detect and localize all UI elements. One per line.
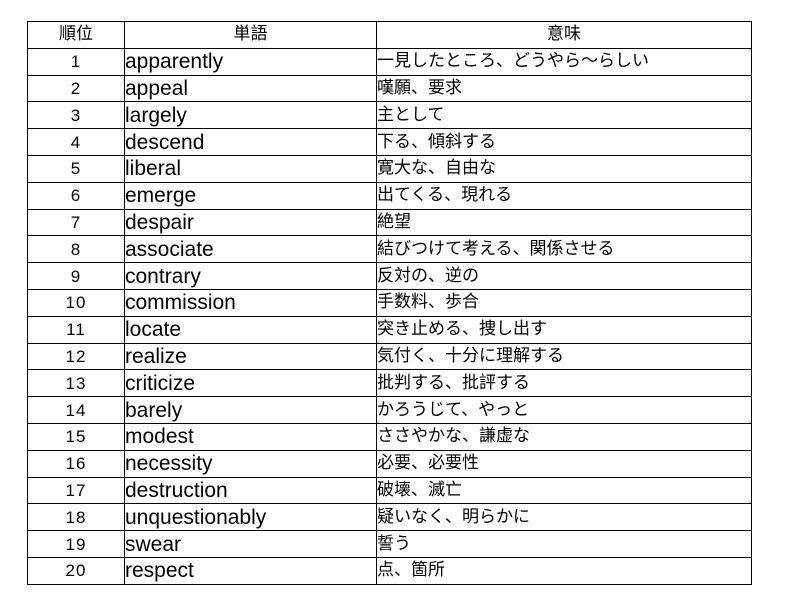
word-cell: barely — [124, 396, 377, 424]
rank-cell: 13 — [27, 369, 125, 398]
word-cell: commission — [124, 288, 377, 317]
word-cell: unquestionably — [124, 503, 377, 532]
rank-cell: 10 — [27, 288, 125, 317]
table-row: 7 despair 絶望 — [27, 208, 752, 237]
table-row: 18 unquestionably 疑いなく、明らかに — [27, 503, 752, 532]
table-row: 2 appeal 嘆願、要求 — [27, 74, 752, 103]
table-row: 4 descend 下る、傾斜する — [27, 128, 752, 156]
meaning-cell: 誓う — [376, 530, 752, 558]
word-cell: appeal — [124, 74, 377, 103]
word-cell: contrary — [124, 262, 377, 290]
word-cell: emerge — [124, 181, 377, 210]
meaning-cell: 嘆願、要求 — [376, 74, 752, 103]
table-row: 10 commission 手数料、歩合 — [27, 288, 752, 317]
meaning-cell: 下る、傾斜する — [376, 128, 752, 156]
header-row: 順位 単語 意味 — [27, 21, 752, 49]
meaning-cell: 結びつけて考える、関係させる — [376, 235, 752, 264]
word-cell: descend — [124, 128, 377, 156]
word-cell: swear — [124, 530, 377, 558]
meaning-cell: 一見したところ、どうやら～らしい — [376, 47, 752, 76]
rank-cell: 14 — [27, 396, 125, 424]
meaning-cell: 主として — [376, 101, 752, 130]
meaning-cell: ささやかな、謙虚な — [376, 422, 752, 451]
table-row: 8 associate 結びつけて考える、関係させる — [27, 235, 752, 264]
vocabulary-table: 順位 単語 意味 1 apparently 一見したところ、どうやら～らしい 2 ap… — [27, 21, 752, 585]
table-row: 15 modest ささやかな、謙虚な — [27, 422, 752, 451]
word-cell: necessity — [124, 449, 377, 478]
table-row: 6 emerge 出てくる、現れる — [27, 181, 752, 210]
page: 順位 単語 意味 1 apparently 一見したところ、どうやら～らしい 2 ap… — [0, 0, 792, 609]
rank-cell: 12 — [27, 342, 125, 371]
word-cell: realize — [124, 342, 377, 371]
meaning-cell: 出てくる、現れる — [376, 181, 752, 210]
rank-cell: 17 — [27, 476, 125, 505]
rank-cell: 15 — [27, 422, 125, 451]
rank-cell: 20 — [27, 556, 125, 585]
table-row: 11 locate 突き止める、捜し出す — [27, 315, 752, 344]
rank-cell: 5 — [27, 154, 125, 183]
header-rank: 順位 — [27, 21, 125, 49]
meaning-cell: 寛大な、自由な — [376, 154, 752, 183]
table-row: 17 destruction 破壊、滅亡 — [27, 476, 752, 505]
table-body: 1 apparently 一見したところ、どうやら～らしい 2 appeal 嘆願、要求… — [27, 47, 752, 585]
word-cell: liberal — [124, 154, 377, 183]
rank-cell: 2 — [27, 74, 125, 103]
table-row: 20 respect 点、箇所 — [27, 556, 752, 585]
meaning-cell: 破壊、滅亡 — [376, 476, 752, 505]
meaning-cell: 批判する、批評する — [376, 369, 752, 398]
word-cell: criticize — [124, 369, 377, 398]
word-cell: despair — [124, 208, 377, 237]
rank-cell: 1 — [27, 47, 125, 76]
word-cell: locate — [124, 315, 377, 344]
meaning-cell: かろうじて、やっと — [376, 396, 752, 424]
meaning-cell: 絶望 — [376, 208, 752, 237]
table-row: 16 necessity 必要、必要性 — [27, 449, 752, 478]
word-cell: largely — [124, 101, 377, 130]
table-row: 9 contrary 反対の、逆の — [27, 262, 752, 290]
header-meaning: 意味 — [376, 21, 752, 49]
rank-cell: 18 — [27, 503, 125, 532]
table-row: 5 liberal 寛大な、自由な — [27, 154, 752, 183]
rank-cell: 9 — [27, 262, 125, 290]
rank-cell: 19 — [27, 530, 125, 558]
table-row: 14 barely かろうじて、やっと — [27, 396, 752, 424]
word-cell: associate — [124, 235, 377, 264]
rank-cell: 8 — [27, 235, 125, 264]
rank-cell: 16 — [27, 449, 125, 478]
rank-cell: 3 — [27, 101, 125, 130]
word-cell: modest — [124, 422, 377, 451]
meaning-cell: 突き止める、捜し出す — [376, 315, 752, 344]
word-cell: apparently — [124, 47, 377, 76]
meaning-cell: 疑いなく、明らかに — [376, 503, 752, 532]
table-row: 19 swear 誓う — [27, 530, 752, 558]
word-cell: destruction — [124, 476, 377, 505]
table-row: 1 apparently 一見したところ、どうやら～らしい — [27, 47, 752, 76]
table-header: 順位 単語 意味 — [27, 21, 752, 49]
rank-cell: 11 — [27, 315, 125, 344]
table-row: 13 criticize 批判する、批評する — [27, 369, 752, 398]
table-row: 3 largely 主として — [27, 101, 752, 130]
word-cell: respect — [124, 556, 377, 585]
meaning-cell: 必要、必要性 — [376, 449, 752, 478]
header-word: 単語 — [124, 21, 377, 49]
rank-cell: 6 — [27, 181, 125, 210]
rank-cell: 4 — [27, 128, 125, 156]
meaning-cell: 反対の、逆の — [376, 262, 752, 290]
meaning-cell: 手数料、歩合 — [376, 288, 752, 317]
table-row: 12 realize 気付く、十分に理解する — [27, 342, 752, 371]
meaning-cell: 気付く、十分に理解する — [376, 342, 752, 371]
rank-cell: 7 — [27, 208, 125, 237]
meaning-cell: 点、箇所 — [376, 556, 752, 585]
